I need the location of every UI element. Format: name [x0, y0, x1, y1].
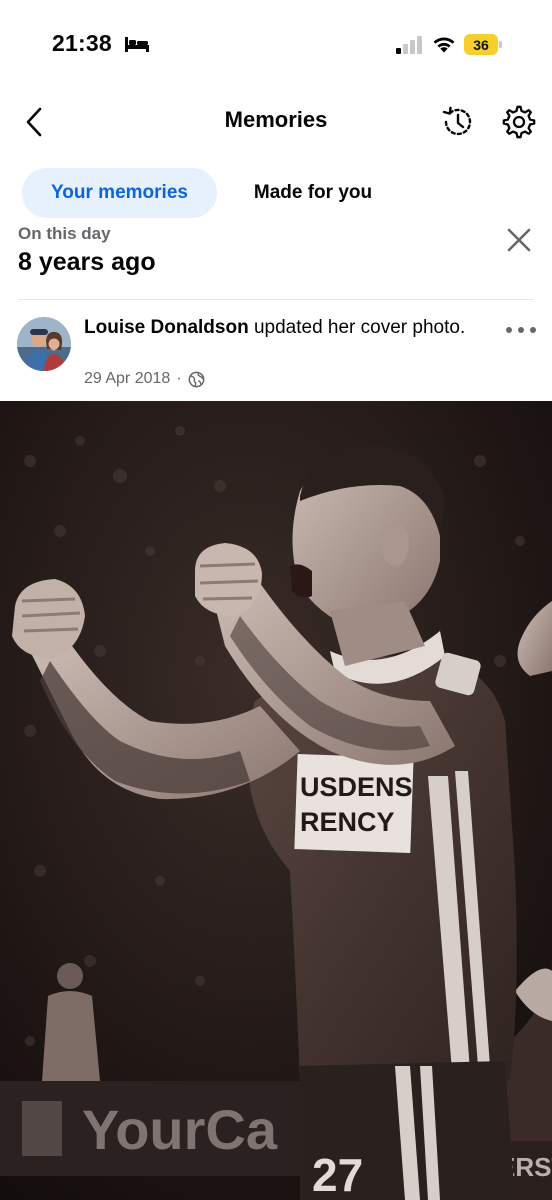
close-button[interactable]	[502, 222, 536, 258]
battery-cap	[499, 41, 502, 48]
post-text: Louise Donaldson updated her cover photo…	[84, 314, 484, 341]
tab-your-memories[interactable]: Your memories	[22, 168, 217, 218]
post-date[interactable]: 29 Apr 2018	[84, 370, 170, 388]
meta-separator: ·	[176, 370, 182, 387]
history-clock-icon	[442, 106, 472, 136]
divider	[18, 299, 534, 300]
globe-icon	[188, 371, 205, 387]
status-time: 21:38	[52, 30, 112, 56]
close-icon	[507, 228, 531, 252]
profile-photo	[17, 317, 71, 371]
bed-icon	[125, 37, 149, 52]
tab-made-for-you[interactable]: Made for you	[228, 168, 398, 218]
board-text: YourCa	[82, 1098, 278, 1161]
more-horizontal-icon	[530, 327, 536, 333]
battery-level: 36	[464, 34, 498, 55]
shirt-sponsor-line1: USDENS	[300, 772, 413, 802]
wifi-icon	[433, 37, 455, 53]
more-options-button[interactable]	[506, 318, 536, 342]
history-button[interactable]	[440, 104, 476, 140]
post-meta: 29 Apr 2018 ·	[84, 368, 205, 390]
on-this-day-label: On this day	[18, 224, 111, 243]
shirt-sponsor-line2: RENCY	[300, 807, 395, 837]
cover-photo[interactable]: YourCa ERSTO USDENS RENCY 27	[0, 401, 552, 1200]
battery-indicator: 36	[464, 34, 502, 55]
cover-photo-image: YourCa ERSTO USDENS RENCY 27	[0, 401, 552, 1200]
post-author[interactable]: Louise Donaldson	[84, 317, 249, 338]
cellular-signal-icon	[396, 36, 422, 54]
gear-icon	[502, 105, 536, 139]
settings-button[interactable]	[500, 103, 538, 141]
years-ago-heading: 8 years ago	[18, 248, 156, 276]
shorts-number: 27	[312, 1149, 363, 1200]
more-horizontal-icon	[506, 327, 512, 333]
status-bar: 21:38 36	[0, 0, 552, 90]
avatar[interactable]	[17, 317, 71, 371]
more-horizontal-icon	[518, 327, 524, 333]
post-action: updated her cover photo.	[248, 317, 466, 338]
